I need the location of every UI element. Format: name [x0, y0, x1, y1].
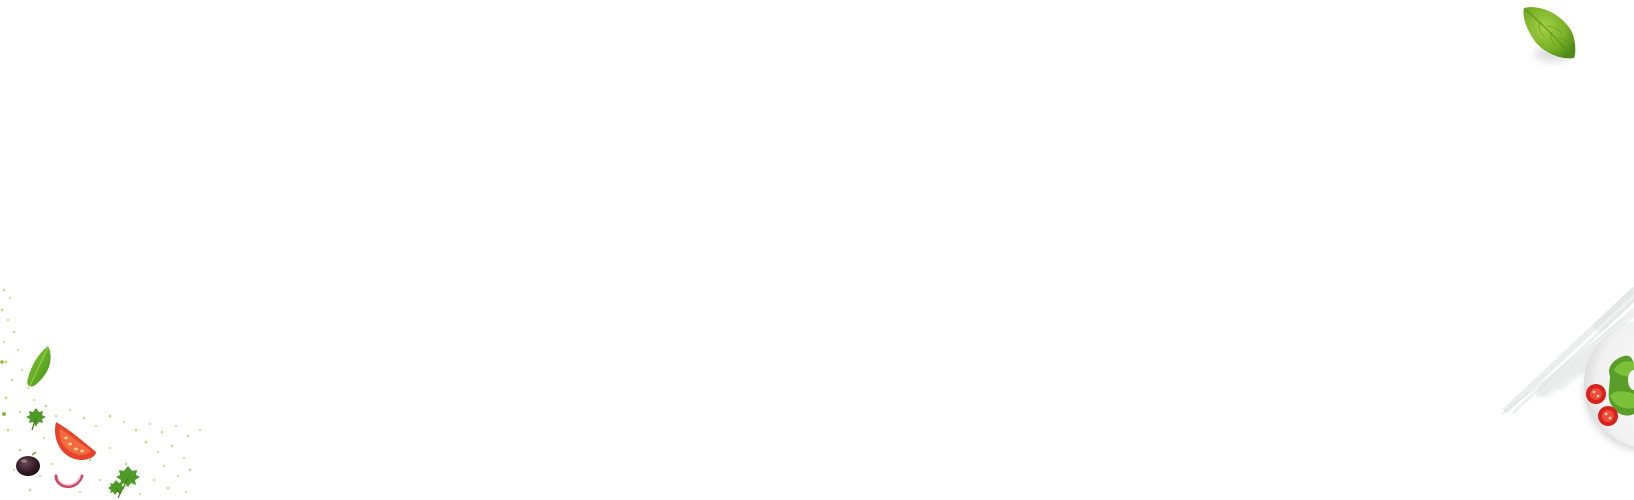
tomato-slice-icon: [50, 418, 98, 462]
basil-leaf-icon: [1516, 2, 1588, 72]
basil-leaf-icon: [24, 344, 54, 390]
decorative-banner: [0, 0, 1634, 500]
olive-icon: [14, 451, 42, 478]
salad-plate-icon: [1580, 318, 1634, 452]
parsley-icon: [22, 406, 50, 432]
parsley-icon: [108, 464, 142, 500]
onion-ring-icon: [52, 468, 86, 494]
